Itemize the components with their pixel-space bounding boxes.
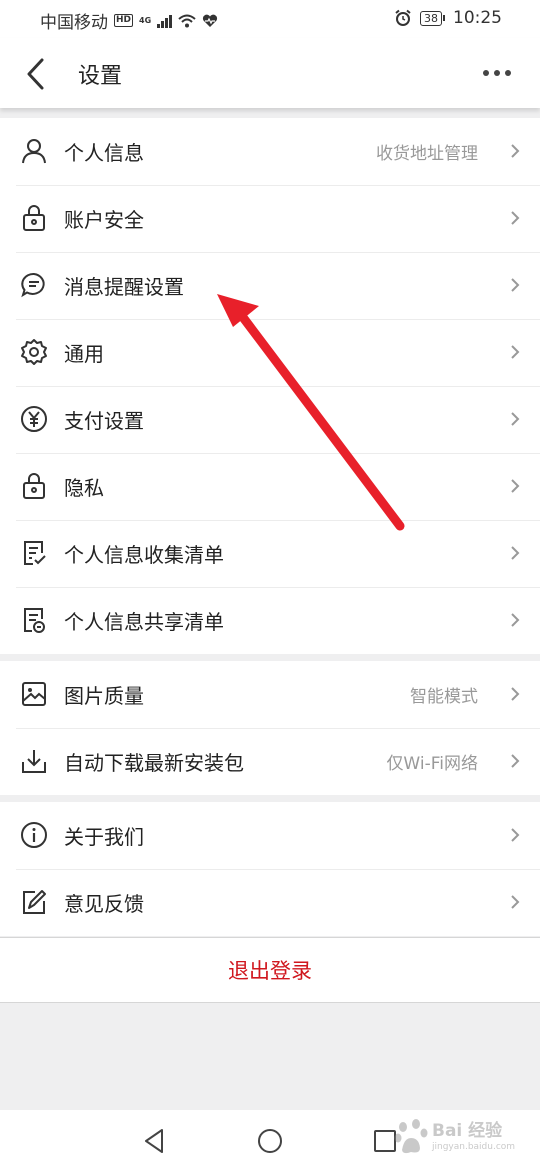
row-value: 仅Wi-Fi网络 [386, 754, 478, 774]
chevron-right-icon [511, 828, 520, 842]
row-privacy[interactable]: 隐私 [0, 453, 540, 520]
status-left: 中国移动 HD 4G [40, 8, 218, 33]
row-auto-download[interactable]: 自动下载最新安装包 仅Wi-Fi网络 [0, 728, 540, 795]
message-icon [21, 272, 45, 298]
lock-icon [23, 205, 45, 231]
row-general[interactable]: 通用 [0, 319, 540, 386]
info-icon [21, 822, 47, 848]
row-personal-info[interactable]: 个人信息 收货地址管理 [0, 118, 540, 185]
checklist-icon [24, 541, 46, 565]
chevron-right-icon [511, 687, 520, 701]
chevron-right-icon [511, 144, 520, 158]
paw-logo-icon [394, 1119, 428, 1154]
row-value: 智能模式 [410, 687, 478, 707]
settings-group-media: 图片质量 智能模式 自动下载最新安装包 仅Wi-Fi网络 [0, 661, 540, 795]
chevron-right-icon [511, 211, 520, 225]
baidu-jingyan-watermark: Bai 经验 jingyan.baidu.com [394, 1112, 516, 1168]
chevron-left-icon[interactable] [22, 56, 52, 92]
row-payment-settings[interactable]: 支付设置 [0, 386, 540, 453]
chevron-right-icon [511, 479, 520, 493]
row-label: 通用 [64, 342, 104, 366]
watermark-url: jingyan.baidu.com [432, 1142, 516, 1152]
battery-icon: 38 [420, 10, 445, 26]
row-label: 个人信息 [64, 141, 144, 165]
logout-button[interactable]: 退出登录 [0, 937, 540, 1003]
more-horizontal-icon[interactable] [482, 60, 512, 86]
chevron-right-icon [511, 895, 520, 909]
heart-rate-icon [203, 14, 218, 27]
row-label: 个人信息共享清单 [64, 610, 224, 634]
hd-badge: HD [114, 14, 134, 27]
alarm-icon [395, 9, 411, 26]
logout-label: 退出登录 [228, 959, 312, 983]
page-title: 设置 [78, 64, 123, 89]
network-type: 4G [139, 15, 152, 25]
chevron-right-icon [511, 345, 520, 359]
chevron-right-icon [511, 613, 520, 627]
chevron-right-icon [511, 412, 520, 426]
signal-icon [157, 14, 173, 28]
row-label: 意见反馈 [64, 892, 144, 916]
row-label: 支付设置 [64, 409, 144, 433]
clock: 10:25 [453, 8, 502, 28]
privacy-lock-icon [23, 473, 45, 499]
row-notification-settings[interactable]: 消息提醒设置 [0, 252, 540, 319]
share-list-icon [24, 608, 45, 633]
feedback-icon [23, 890, 46, 914]
gear-icon [21, 339, 47, 365]
app-header: 设置 [0, 38, 540, 108]
chevron-right-icon [511, 278, 520, 292]
row-label: 个人信息收集清单 [64, 543, 224, 567]
row-label: 隐私 [64, 476, 104, 500]
settings-group-about: 关于我们 意见反馈 [0, 802, 540, 936]
settings-group-account: 个人信息 收货地址管理 账户安全 消息提醒设置 通用 支付设置 隐私 个人信息收… [0, 118, 540, 654]
download-icon [22, 750, 46, 773]
row-value: 收货地址管理 [376, 144, 478, 164]
yuan-icon [21, 406, 47, 432]
row-info-sharing-list[interactable]: 个人信息共享清单 [0, 587, 540, 654]
row-info-collection-list[interactable]: 个人信息收集清单 [0, 520, 540, 587]
chevron-right-icon [511, 754, 520, 768]
wifi-icon [178, 14, 196, 27]
row-image-quality[interactable]: 图片质量 智能模式 [0, 661, 540, 728]
status-right: 38 10:25 [394, 8, 502, 28]
image-icon [22, 682, 46, 706]
nav-back-triangle-icon[interactable] [140, 1126, 170, 1156]
row-label: 消息提醒设置 [64, 275, 184, 299]
row-feedback[interactable]: 意见反馈 [0, 869, 540, 936]
nav-home-circle-icon[interactable] [255, 1126, 285, 1156]
row-label: 账户安全 [64, 208, 144, 232]
row-account-security[interactable]: 账户安全 [0, 185, 540, 252]
user-icon [22, 139, 46, 164]
row-label: 图片质量 [64, 684, 144, 708]
watermark-brand: Bai 经验 [432, 1121, 503, 1141]
status-bar: 中国移动 HD 4G 38 10:25 [0, 0, 540, 38]
row-label: 关于我们 [64, 825, 144, 849]
chevron-right-icon [511, 546, 520, 560]
carrier-name: 中国移动 [40, 13, 108, 33]
row-about-us[interactable]: 关于我们 [0, 802, 540, 869]
row-label: 自动下载最新安装包 [64, 751, 244, 775]
